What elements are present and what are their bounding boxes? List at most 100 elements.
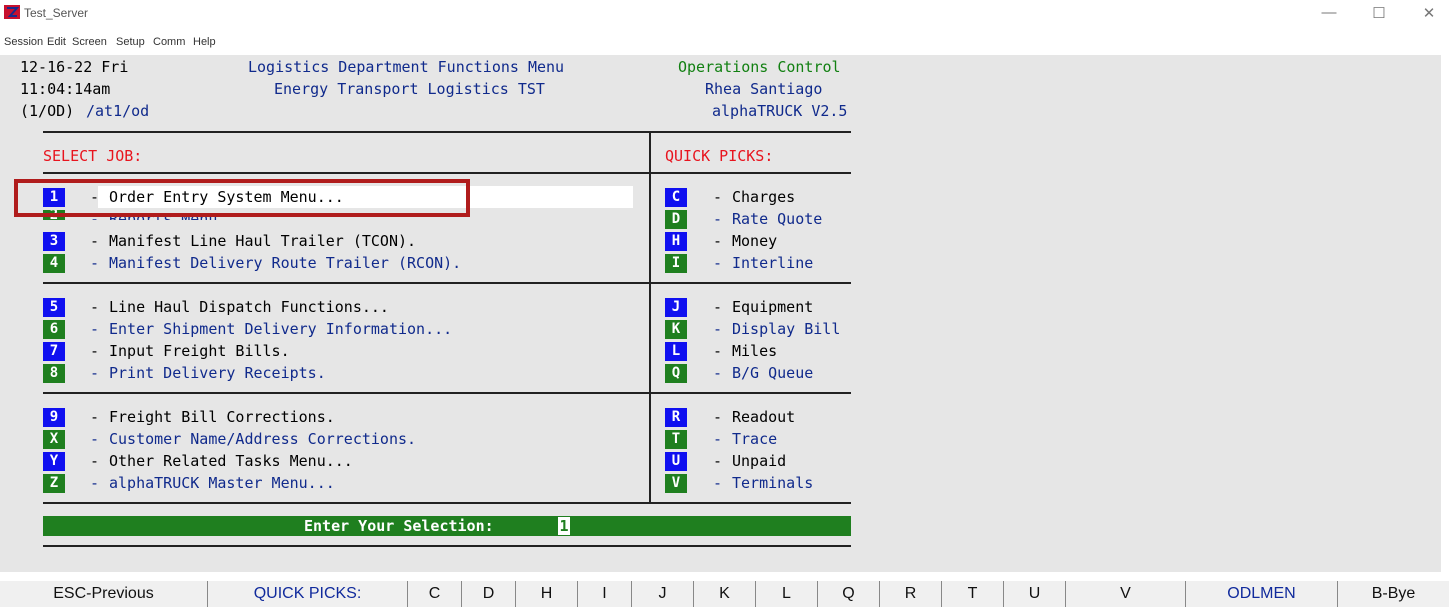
job-item-manifest-delivery[interactable]: Manifest Delivery Route Trailer (RCON). — [109, 254, 461, 273]
frame-line-top — [43, 131, 851, 133]
fkey-b-bye[interactable]: B-Bye — [1338, 581, 1449, 607]
job-key-9[interactable]: 9 — [43, 408, 65, 427]
job-item-customer-corrections[interactable]: Customer Name/Address Corrections. — [109, 430, 416, 449]
pick-key-i[interactable]: I — [665, 254, 687, 273]
pick-interline[interactable]: Interline — [732, 254, 813, 273]
menu-help[interactable]: Help — [193, 36, 216, 48]
fkey-l[interactable]: L — [756, 581, 818, 607]
pick-equipment[interactable]: Equipment — [732, 298, 813, 317]
job-separator: - — [90, 232, 100, 250]
minimize-button[interactable]: — — [1314, 4, 1344, 21]
menu-screen[interactable]: Screen — [72, 36, 107, 48]
pick-trace[interactable]: Trace — [732, 430, 777, 449]
job-key-4[interactable]: 4 — [43, 254, 65, 273]
pick-display-bill[interactable]: Display Bill — [732, 320, 840, 339]
frame-line-group3 — [43, 502, 851, 504]
terminal-app-icon — [4, 5, 20, 19]
fkey-u[interactable]: U — [1004, 581, 1066, 607]
fkey-r[interactable]: R — [880, 581, 942, 607]
menu-session[interactable]: Session — [4, 36, 43, 48]
fkey-t[interactable]: T — [942, 581, 1004, 607]
pick-key-v[interactable]: V — [665, 474, 687, 493]
menu-edit[interactable]: Edit — [47, 36, 66, 48]
fkey-k[interactable]: K — [694, 581, 756, 607]
menu-comm[interactable]: Comm — [153, 36, 185, 48]
job-key-x[interactable]: X — [43, 430, 65, 449]
pick-key-t[interactable]: T — [665, 430, 687, 449]
fkey-odlmen[interactable]: ODLMEN — [1186, 581, 1338, 607]
selection-input[interactable]: 1 — [558, 517, 570, 535]
pick-key-k[interactable]: K — [665, 320, 687, 339]
window-title: Test_Server — [24, 6, 89, 20]
fkey-i[interactable]: I — [578, 581, 632, 607]
pick-key-r[interactable]: R — [665, 408, 687, 427]
pick-terminals[interactable]: Terminals — [732, 474, 813, 493]
menu-setup[interactable]: Setup — [116, 36, 145, 48]
job-separator: - — [90, 408, 100, 426]
close-button[interactable]: ✕ — [1414, 4, 1444, 22]
pick-separator: - — [713, 452, 723, 470]
job-key-6[interactable]: 6 — [43, 320, 65, 339]
frame-line-group1 — [43, 282, 851, 284]
fkey-v[interactable]: V — [1066, 581, 1186, 607]
job-key-z[interactable]: Z — [43, 474, 65, 493]
fkey-j[interactable]: J — [632, 581, 694, 607]
title-bar: Test_Server — ☐ ✕ — [0, 0, 1449, 34]
header-version: alphaTRUCK V2.5 — [712, 102, 848, 120]
job-key-7[interactable]: 7 — [43, 342, 65, 361]
pick-key-d[interactable]: D — [665, 210, 687, 229]
pick-key-q[interactable]: Q — [665, 364, 687, 383]
pick-miles[interactable]: Miles — [732, 342, 777, 361]
select-job-heading: SELECT JOB: — [43, 147, 143, 165]
pick-key-j[interactable]: J — [665, 298, 687, 317]
pick-bg-queue[interactable]: B/G Queue — [732, 364, 813, 383]
frame-line-heading — [43, 172, 851, 174]
pick-separator: - — [713, 188, 723, 206]
header-time: 11:04:14am — [20, 80, 111, 98]
pick-charges[interactable]: Charges — [732, 188, 795, 207]
pick-separator: - — [713, 342, 723, 360]
job-key-8[interactable]: 8 — [43, 364, 65, 383]
job-item-other-tasks[interactable]: Other Related Tasks Menu... — [109, 452, 353, 471]
frame-line-group2 — [43, 392, 851, 394]
job-item-freight-bill-corrections[interactable]: Freight Bill Corrections. — [109, 408, 335, 427]
pick-key-h[interactable]: H — [665, 232, 687, 251]
header-menu-title: Logistics Department Functions Menu — [248, 58, 565, 76]
header-company: Energy Transport Logistics TST — [274, 80, 545, 98]
job-separator: - — [90, 254, 100, 272]
job-separator: - — [90, 474, 100, 492]
terminal-screen[interactable]: 12-16-22 Fri 11:04:14am (1/OD) /at1/od L… — [0, 55, 1441, 572]
pick-separator: - — [713, 210, 723, 228]
job-item-master-menu[interactable]: alphaTRUCK Master Menu... — [109, 474, 335, 493]
pick-key-l[interactable]: L — [665, 342, 687, 361]
pick-unpaid[interactable]: Unpaid — [732, 452, 786, 471]
fkey-d[interactable]: D — [462, 581, 516, 607]
header-session-code: (1/OD) — [20, 102, 75, 120]
job-separator: - — [90, 298, 100, 316]
fkey-quick-picks[interactable]: QUICK PICKS: — [208, 581, 408, 607]
fkey-esc-previous[interactable]: ESC-Previous — [0, 581, 208, 607]
pick-readout[interactable]: Readout — [732, 408, 795, 427]
pick-money[interactable]: Money — [732, 232, 777, 251]
job-separator: - — [90, 364, 100, 382]
job-separator: - — [90, 430, 100, 448]
job-key-5[interactable]: 5 — [43, 298, 65, 317]
job-item-shipment-delivery[interactable]: Enter Shipment Delivery Information... — [109, 320, 452, 339]
job-item-manifest-line-haul[interactable]: Manifest Line Haul Trailer (TCON). — [109, 232, 416, 251]
job-key-3[interactable]: 3 — [43, 232, 65, 251]
fkey-h[interactable]: H — [516, 581, 578, 607]
fkey-q[interactable]: Q — [818, 581, 880, 607]
job-item-line-haul-dispatch[interactable]: Line Haul Dispatch Functions... — [109, 298, 389, 317]
header-path: /at1/od — [86, 102, 150, 120]
fkey-c[interactable]: C — [408, 581, 462, 607]
selection-prompt-label: Enter Your Selection: — [304, 517, 494, 535]
pick-key-u[interactable]: U — [665, 452, 687, 471]
job-key-y[interactable]: Y — [43, 452, 65, 471]
job-item-print-delivery-receipts[interactable]: Print Delivery Receipts. — [109, 364, 326, 383]
job-item-input-freight-bills[interactable]: Input Freight Bills. — [109, 342, 290, 361]
pick-rate-quote[interactable]: Rate Quote — [732, 210, 822, 229]
pick-key-c[interactable]: C — [665, 188, 687, 207]
maximize-button[interactable]: ☐ — [1364, 4, 1394, 22]
job-separator: - — [90, 452, 100, 470]
frame-line-bottom — [43, 545, 851, 547]
